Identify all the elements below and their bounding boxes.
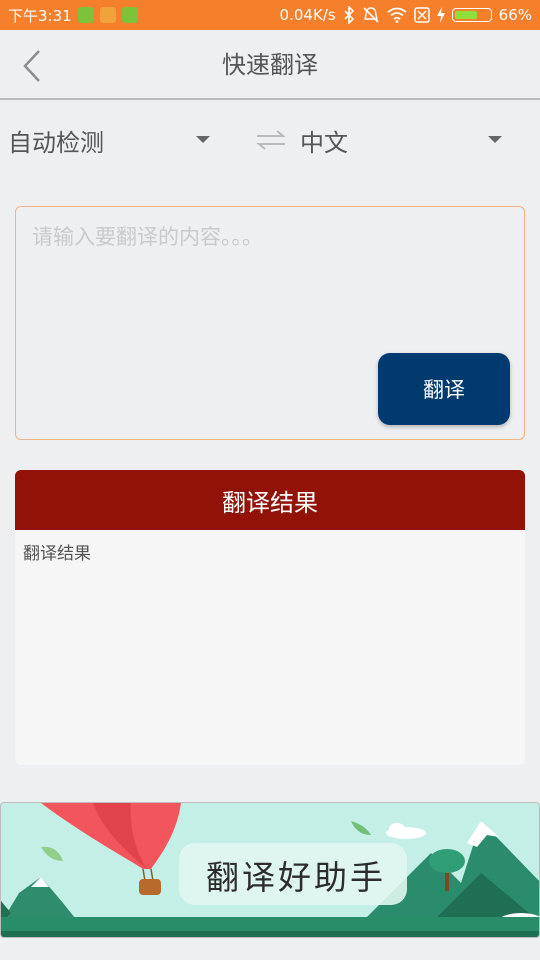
- caret-down-icon: [196, 136, 210, 143]
- mute-icon: [363, 7, 379, 23]
- translate-button[interactable]: 翻译: [378, 353, 510, 425]
- source-language-label: 自动检测: [8, 128, 104, 157]
- target-language-label: 中文: [300, 128, 348, 157]
- status-net-speed: 0.04K/s: [279, 6, 336, 24]
- battery-icon: [451, 8, 492, 22]
- page-title: 快速翻译: [222, 51, 318, 79]
- result-text: 翻译结果: [23, 544, 91, 564]
- nav-bar: 快速翻译: [0, 30, 540, 100]
- banner-text: 翻译好助手: [206, 858, 386, 897]
- sim-icon: [77, 7, 94, 23]
- swap-language-button[interactable]: [255, 128, 287, 152]
- status-bar-right: 0.04K/s 66%: [280, 6, 532, 24]
- no-sim-icon: [413, 7, 430, 23]
- status-time: 下午3:31: [8, 6, 72, 25]
- status-battery-percent: 66%: [498, 6, 532, 24]
- swap-icon: [256, 130, 286, 150]
- source-language-select[interactable]: 自动检测: [8, 118, 218, 162]
- squirrel-app-icon: [99, 7, 116, 23]
- result-header: 翻译结果: [15, 470, 525, 530]
- translate-input-box: 翻译: [15, 206, 525, 440]
- charging-icon: [436, 7, 445, 23]
- target-language-select[interactable]: 中文: [300, 118, 515, 162]
- status-bar: 下午3:31 0.04K/s 66%: [0, 0, 540, 30]
- result-card: 翻译结果 翻译结果: [15, 470, 525, 765]
- wifi-icon: [387, 7, 407, 23]
- android-icon: [121, 7, 138, 23]
- bluetooth-icon: [344, 6, 354, 24]
- status-bar-left: 下午3:31: [8, 5, 138, 26]
- language-row: 自动检测 中文: [0, 102, 540, 176]
- promo-banner[interactable]: 翻译好助手: [0, 802, 540, 938]
- caret-down-icon: [488, 136, 502, 143]
- translate-input[interactable]: [16, 207, 524, 347]
